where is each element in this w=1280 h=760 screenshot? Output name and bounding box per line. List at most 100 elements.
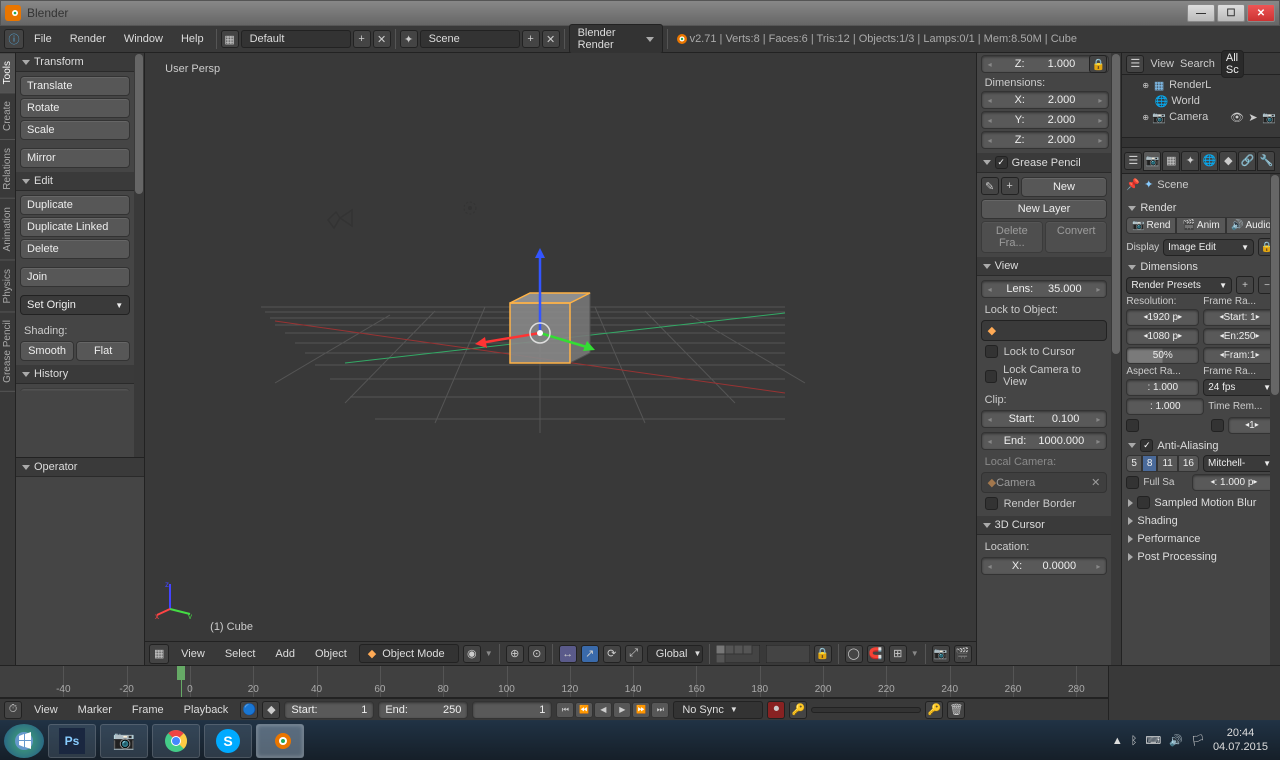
add-preset-icon[interactable]: +	[1236, 276, 1254, 294]
rotate-button[interactable]: Rotate	[20, 98, 130, 118]
play-icon[interactable]: ▶	[613, 702, 631, 718]
performance-section[interactable]: Performance	[1126, 530, 1276, 548]
duplicate-linked-button[interactable]: Duplicate Linked	[20, 217, 130, 237]
auto-keyframe-icon[interactable]: 🔵	[240, 701, 258, 719]
taskbar-chrome[interactable]	[152, 724, 200, 758]
menu-render[interactable]: Render	[62, 30, 114, 48]
lock-object-field[interactable]: ◆	[981, 320, 1108, 341]
duplicate-button[interactable]: Duplicate	[20, 195, 130, 215]
lock-cursor-check[interactable]	[985, 345, 998, 358]
pivot-icon[interactable]: ⊕	[506, 645, 524, 663]
render-button[interactable]: 📷Rend	[1126, 217, 1176, 234]
engine-dropdown[interactable]: Blender Render	[569, 24, 663, 54]
timeline-ruler[interactable]: -40-200204060801001201401601802002202402…	[0, 666, 1108, 698]
scene-icon[interactable]: ✦	[400, 30, 418, 48]
convert-button[interactable]: Convert	[1045, 221, 1107, 253]
taskbar-skype[interactable]: S	[204, 724, 252, 758]
add-icon[interactable]: +	[1001, 177, 1019, 195]
post-processing-section[interactable]: Post Processing	[1126, 548, 1276, 566]
3d-viewport[interactable]: User Persp (1) Cube	[145, 53, 975, 641]
lens-field[interactable]: ◂Lens:35.000▸	[981, 280, 1108, 298]
render-layers-tab[interactable]: ▦	[1162, 151, 1180, 171]
tray-arrow-icon[interactable]: ▲	[1112, 735, 1123, 747]
scale-gizmo[interactable]: ⤢	[625, 645, 643, 663]
object-tab[interactable]: ◆	[1219, 151, 1237, 171]
scene-dropdown[interactable]: Scene	[420, 30, 520, 48]
pin-icon[interactable]: 📌	[1126, 178, 1140, 191]
dim-x-field[interactable]: ◂X:2.000▸	[981, 91, 1110, 109]
start-frame-field[interactable]: Start:1	[284, 701, 374, 719]
tray-network-icon[interactable]: 🔊	[1169, 734, 1183, 747]
aa-11[interactable]: 11	[1157, 455, 1177, 472]
editor-type-icon[interactable]: ⏱	[4, 701, 22, 719]
snap-target-icon[interactable]: ⊞	[889, 645, 907, 663]
translate-gizmo[interactable]: ↗	[581, 645, 599, 663]
tab-relations[interactable]: Relations	[0, 140, 15, 199]
animation-button[interactable]: 🎬Anim	[1176, 217, 1226, 234]
dimensions-section[interactable]: Dimensions	[1126, 258, 1276, 276]
aa-16[interactable]: 16	[1178, 455, 1199, 472]
lock-icon[interactable]: 🔒	[814, 645, 832, 663]
aspect-y-field[interactable]: : 1.000	[1126, 398, 1204, 415]
tab-tools[interactable]: Tools	[0, 53, 15, 93]
tab-grease-pencil[interactable]: Grease Pencil	[0, 312, 15, 392]
scene-tab[interactable]: ✦	[1181, 151, 1199, 171]
modifiers-tab[interactable]: 🔧	[1257, 151, 1275, 171]
opengl-render-icon[interactable]: 📷	[932, 645, 950, 663]
jump-start-icon[interactable]: ⏮	[556, 702, 574, 718]
layer-buttons-2[interactable]	[766, 645, 810, 663]
res-x-field[interactable]: ◂1920 p▸	[1126, 309, 1199, 326]
aa-section[interactable]: Anti-Aliasing	[1126, 436, 1276, 455]
camera-small-icon[interactable]: 📷	[1262, 110, 1276, 124]
keyframe-next-icon[interactable]: ⏩	[632, 702, 650, 718]
menu-file[interactable]: File	[26, 30, 60, 48]
crop-check[interactable]	[1211, 419, 1224, 432]
menu-help[interactable]: Help	[173, 30, 212, 48]
edit-header[interactable]: Edit	[16, 172, 134, 191]
editor-type-icon[interactable]: ☰	[1124, 152, 1142, 170]
tab-create[interactable]: Create	[0, 93, 15, 140]
view-panel-header[interactable]: View	[977, 257, 1122, 276]
npanel-scrollbar[interactable]	[1111, 53, 1121, 665]
rotate-gizmo[interactable]: ⟳	[603, 645, 621, 663]
aa-size-field[interactable]: ◂: 1.000 p▸	[1192, 474, 1276, 491]
set-origin-dropdown[interactable]: Set Origin▼	[20, 295, 130, 315]
outliner-h-scroll[interactable]	[1122, 137, 1280, 147]
timeline-marker[interactable]: Marker	[70, 701, 120, 719]
operator-header[interactable]: Operator	[34, 461, 77, 473]
mode-dropdown[interactable]: ◆Object Mode	[359, 644, 459, 663]
transform-header[interactable]: Transform	[16, 53, 134, 72]
close-button[interactable]: ✕	[1247, 4, 1275, 22]
new-layer-button[interactable]: New Layer	[981, 199, 1108, 219]
history-header[interactable]: History	[16, 365, 134, 384]
res-pct-field[interactable]: 50%	[1126, 347, 1199, 364]
tab-physics[interactable]: Physics	[0, 261, 15, 312]
keying-set-icon[interactable]: 🔑	[789, 701, 807, 719]
res-y-field[interactable]: ◂1080 p▸	[1126, 328, 1199, 345]
tray-bluetooth-icon[interactable]: ᛒ	[1131, 735, 1138, 747]
eye-icon[interactable]: 👁	[1230, 110, 1244, 124]
aspect-x-field[interactable]: : 1.000	[1126, 379, 1199, 396]
dim-y-field[interactable]: ◂Y:2.000▸	[981, 111, 1110, 129]
end-frame-field[interactable]: End:250	[378, 701, 468, 719]
join-button[interactable]: Join	[20, 267, 130, 287]
play-reverse-icon[interactable]: ◀	[594, 702, 612, 718]
scene-add-button[interactable]: +	[522, 30, 540, 48]
outliner-view[interactable]: View	[1150, 58, 1174, 70]
add-menu[interactable]: Add	[267, 645, 303, 663]
outliner-search[interactable]: Search	[1180, 58, 1215, 70]
delete-frame-button[interactable]: Delete Fra...	[981, 221, 1043, 253]
editor-type-icon[interactable]: ☰	[1126, 55, 1144, 73]
taskbar-camera[interactable]: 📷	[100, 724, 148, 758]
motion-blur-section[interactable]: Sampled Motion Blur	[1126, 493, 1276, 512]
world-tab[interactable]: 🌐	[1200, 151, 1218, 171]
fullsample-check[interactable]	[1126, 476, 1139, 489]
render-section[interactable]: Render	[1126, 199, 1276, 217]
shading-section[interactable]: Shading	[1126, 512, 1276, 530]
opengl-anim-icon[interactable]: 🎬	[954, 645, 972, 663]
maximize-button[interactable]: ☐	[1217, 4, 1245, 22]
layout-remove-button[interactable]: ✕	[373, 30, 391, 48]
snap-icon[interactable]: 🧲	[867, 645, 885, 663]
delete-button[interactable]: Delete	[20, 239, 130, 259]
display-dropdown[interactable]: Image Edit▼	[1163, 239, 1254, 256]
